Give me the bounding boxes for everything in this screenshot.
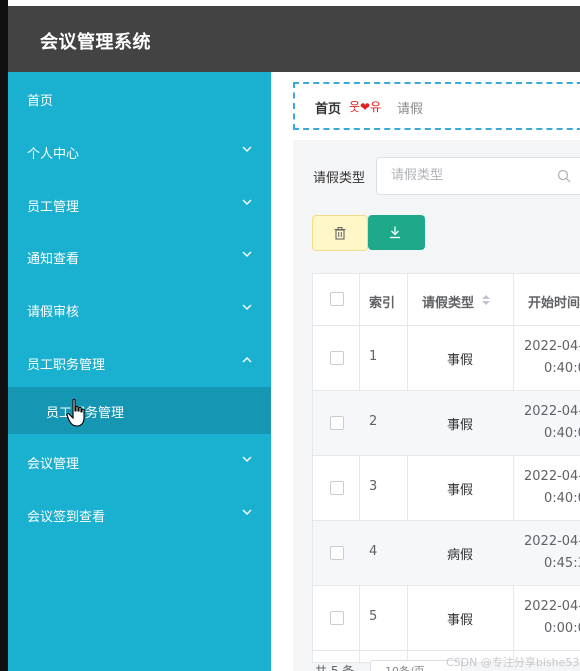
sidebar-item-label: 会议管理 [27,457,80,472]
cell-start-time-clock: 0:40:0 [544,426,580,441]
chevron-up-icon [241,354,255,368]
cell-index: 2 [369,414,378,429]
table-row: 4 病假 2022-04- 0:45:3 [313,521,580,586]
table-row: 3 事假 2022-04- 0:40:0 [313,456,580,521]
cell-index: 4 [369,544,378,559]
app-header: 会议管理系统 [8,6,580,72]
cell-index: 5 [369,609,378,624]
search-input[interactable] [391,158,551,192]
cell-start-time-clock: 0:00:0 [544,621,580,636]
cell-leave-type: 事假 [447,483,474,498]
header-start-time: 开始时间 [528,296,580,311]
sidebar-item-personal-center[interactable]: 个人中心 [8,136,271,166]
cell-start-time-clock: 0:40:0 [544,361,580,376]
row-checkbox[interactable] [330,546,344,560]
cell-start-time-date: 2022-04- [524,469,580,484]
table-row: 5 事假 2022-04- 0:00:0 [313,586,580,651]
breadcrumb-home[interactable]: 首页 [315,98,341,117]
watermark: CSDN @专注分享bishe530 [446,656,580,669]
row-checkbox[interactable] [330,611,344,625]
chevron-down-icon [241,196,255,210]
sidebar-item-notice-view[interactable]: 通知查看 [8,241,271,271]
table-row: 2 事假 2022-04- 0:40:0 [313,391,580,456]
row-checkbox[interactable] [330,416,344,430]
sidebar-item-position-management[interactable]: 员工职务管理 [8,347,271,377]
window-edge [0,0,8,671]
sidebar-item-meeting-checkin[interactable]: 会议签到查看 [8,499,271,529]
sidebar-item-label: 个人中心 [27,147,80,162]
sidebar-item-label: 请假审核 [27,305,80,320]
table-header: 索引 请假类型 开始时间 [313,274,580,326]
cell-index: 1 [369,349,378,364]
sidebar-item-label: 员工职务管理 [27,358,106,373]
sidebar-item-home[interactable]: 首页 [8,83,271,113]
sidebar-item-meeting-management[interactable]: 会议管理 [8,446,271,476]
search-label: 请假类型 [313,171,366,186]
cell-start-time-date: 2022-04- [524,404,580,419]
hand-cursor-icon [66,398,88,428]
breadcrumb-current: 请假 [397,102,424,117]
sidebar-item-leave-review[interactable]: 请假审核 [8,294,271,324]
cell-start-time-clock: 0:45:3 [544,556,580,571]
search-field[interactable] [376,157,580,195]
chevron-down-icon [241,301,255,315]
main-content: 首页 웃❤유 请假 请假类型 索引 [271,72,580,671]
cell-leave-type: 事假 [447,613,474,628]
app-title: 会议管理系统 [40,32,151,53]
chevron-down-icon [241,453,255,467]
chevron-down-icon [241,248,255,262]
cell-leave-type: 事假 [447,418,474,433]
cell-leave-type: 事假 [447,353,474,368]
data-table: 索引 请假类型 开始时间 1 事假 2022-04- 0:40:0 2 事假 2… [312,273,580,664]
cell-start-time-date: 2022-04- [524,339,580,354]
row-checkbox[interactable] [330,481,344,495]
sidebar-item-label: 员工管理 [27,200,80,215]
chevron-down-icon [241,506,255,520]
cell-start-time-date: 2022-04- [524,599,580,614]
sidebar-item-employee-management[interactable]: 员工管理 [8,189,271,219]
row-checkbox[interactable] [330,351,344,365]
download-button[interactable] [368,215,425,250]
select-all-checkbox[interactable] [330,292,344,306]
delete-button[interactable] [312,215,368,251]
sidebar-item-label: 会议签到查看 [27,510,106,525]
sort-icon[interactable] [481,292,491,306]
breadcrumb-separator: 웃❤유 [349,100,382,114]
breadcrumb: 首页 웃❤유 请假 [293,82,580,130]
sidebar-subitem-position-management[interactable]: 员工职务管理 [8,387,271,434]
cell-start-time-clock: 0:40:0 [544,491,580,506]
sidebar-item-label: 通知查看 [27,252,80,267]
cell-start-time-date: 2022-04- [524,534,580,549]
pagination-total: 共 5 条 [315,664,355,671]
sidebar-item-label: 首页 [27,94,54,109]
chevron-down-icon [241,143,255,157]
table-row: 1 事假 2022-04- 0:40:0 [313,326,580,391]
content-panel: 请假类型 索引 请假类型 [293,140,580,671]
header-index: 索引 [369,296,396,311]
cell-leave-type: 病假 [447,548,474,563]
header-leave-type[interactable]: 请假类型 [422,292,474,311]
cell-index: 3 [369,479,378,494]
search-icon[interactable] [557,168,573,184]
sidebar: 首页 个人中心 员工管理 通知查看 请假审核 员工职务管理 员工职务管理 会议管… [8,72,271,671]
